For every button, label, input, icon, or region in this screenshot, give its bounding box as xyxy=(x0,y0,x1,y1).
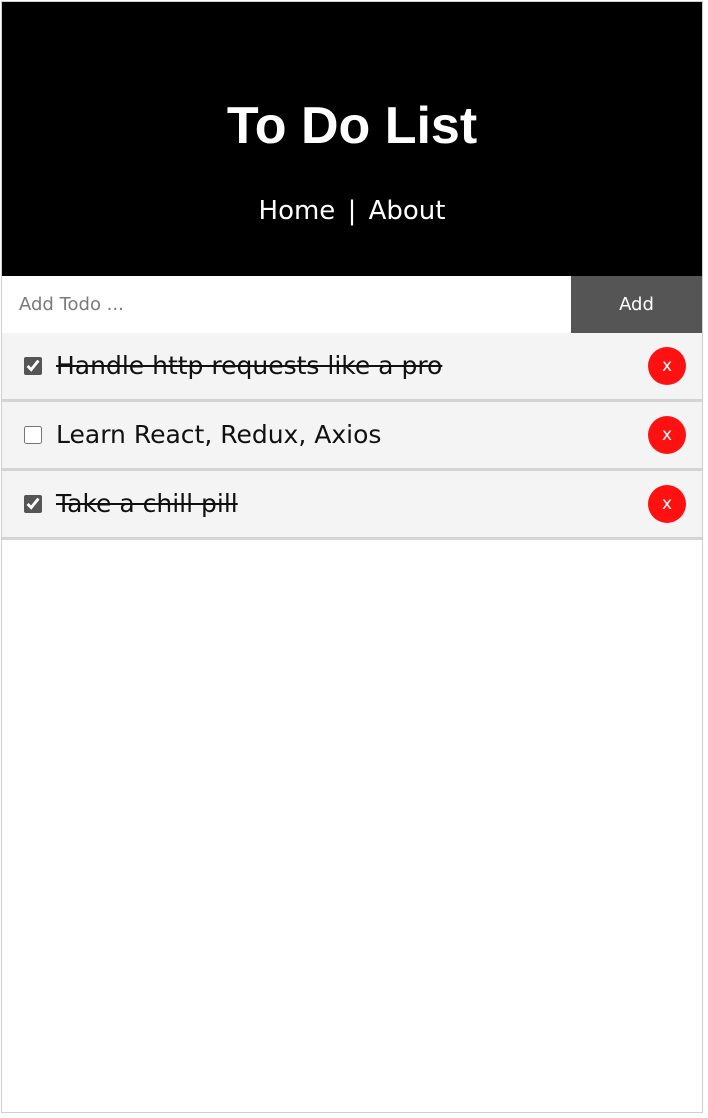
todo-item: Handle http requests like a pro x xyxy=(2,333,702,402)
todo-checkbox[interactable] xyxy=(24,495,42,513)
delete-todo-button[interactable]: x xyxy=(648,347,686,385)
delete-todo-button[interactable]: x xyxy=(648,416,686,454)
nav-link-home[interactable]: Home xyxy=(259,196,336,226)
add-todo-input[interactable] xyxy=(2,276,571,333)
add-todo-form: Add xyxy=(2,276,702,333)
add-todo-button[interactable]: Add xyxy=(571,276,702,333)
delete-todo-button[interactable]: x xyxy=(648,485,686,523)
todo-item: Learn React, Redux, Axios x xyxy=(2,402,702,471)
todo-checkbox[interactable] xyxy=(24,357,42,375)
todo-item: Take a chill pill x xyxy=(2,471,702,540)
app-window: To Do List Home | About Add Handle http … xyxy=(1,1,703,1113)
nav-link-about[interactable]: About xyxy=(369,196,446,226)
todo-title: Learn React, Redux, Axios xyxy=(56,420,382,449)
page-title: To Do List xyxy=(226,97,478,155)
todo-title: Handle http requests like a pro xyxy=(56,351,443,380)
app-header: To Do List Home | About xyxy=(2,2,702,276)
todo-list: Handle http requests like a pro x Learn … xyxy=(2,333,702,540)
header-nav: Home | About xyxy=(2,194,702,228)
todo-checkbox[interactable] xyxy=(24,426,42,444)
nav-separator: | xyxy=(347,196,357,226)
todo-title: Take a chill pill xyxy=(56,489,238,518)
